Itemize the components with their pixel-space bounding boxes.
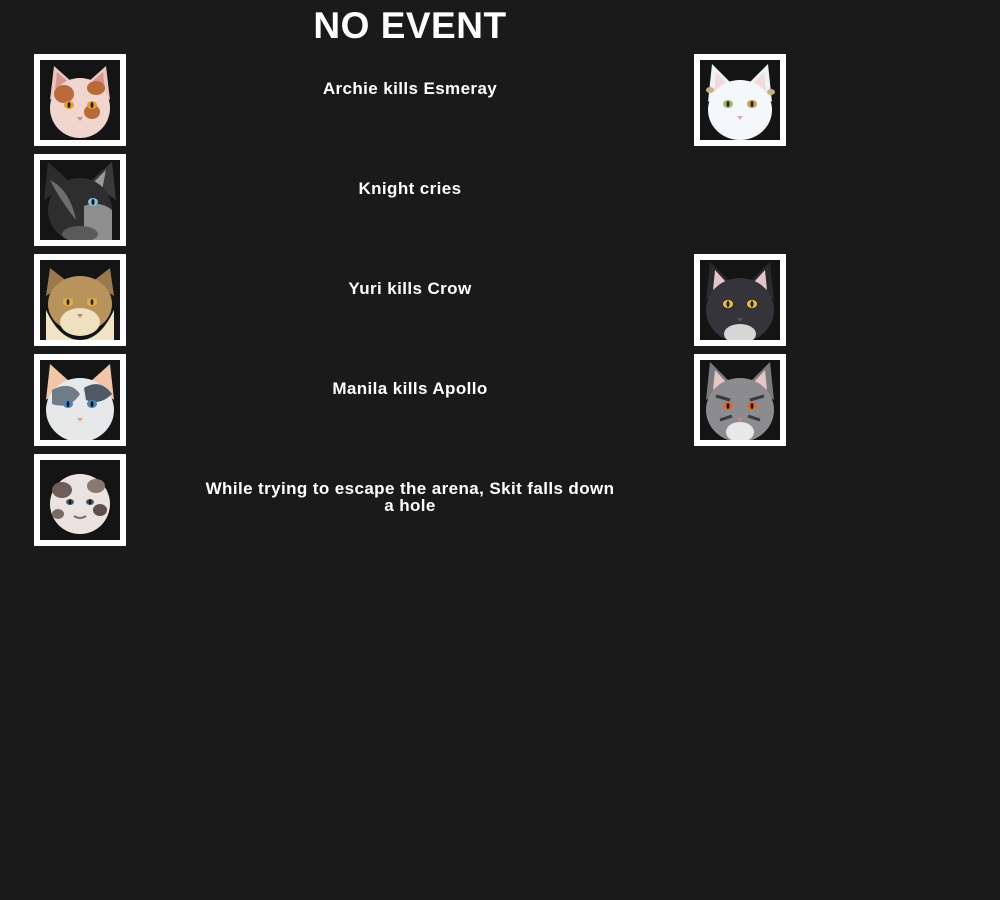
event-page: NO EVENT Archie kills Esmeray Knight cri… bbox=[0, 0, 1000, 900]
cat-avatar-icon bbox=[694, 354, 786, 446]
cat-avatar-icon bbox=[34, 154, 126, 246]
cat-avatar-icon bbox=[694, 254, 786, 346]
cat-avatar-icon bbox=[34, 254, 126, 346]
event-row: Yuri kills Crow bbox=[0, 254, 1000, 354]
cat-avatar-icon bbox=[694, 54, 786, 146]
event-text: While trying to escape the arena, Skit f… bbox=[205, 479, 615, 515]
event-text: Manila kills Apollo bbox=[332, 379, 488, 398]
event-text: Knight cries bbox=[358, 179, 462, 198]
event-row: Knight cries bbox=[0, 154, 1000, 254]
event-text: Yuri kills Crow bbox=[348, 279, 472, 298]
event-row: While trying to escape the arena, Skit f… bbox=[0, 454, 1000, 554]
cat-avatar-icon bbox=[34, 54, 126, 146]
page-title: NO EVENT bbox=[313, 5, 507, 46]
event-row: Manila kills Apollo bbox=[0, 354, 1000, 454]
cat-avatar-icon bbox=[34, 454, 126, 546]
event-row: Archie kills Esmeray bbox=[0, 54, 1000, 154]
cat-avatar-icon bbox=[34, 354, 126, 446]
event-text: Archie kills Esmeray bbox=[322, 79, 498, 98]
